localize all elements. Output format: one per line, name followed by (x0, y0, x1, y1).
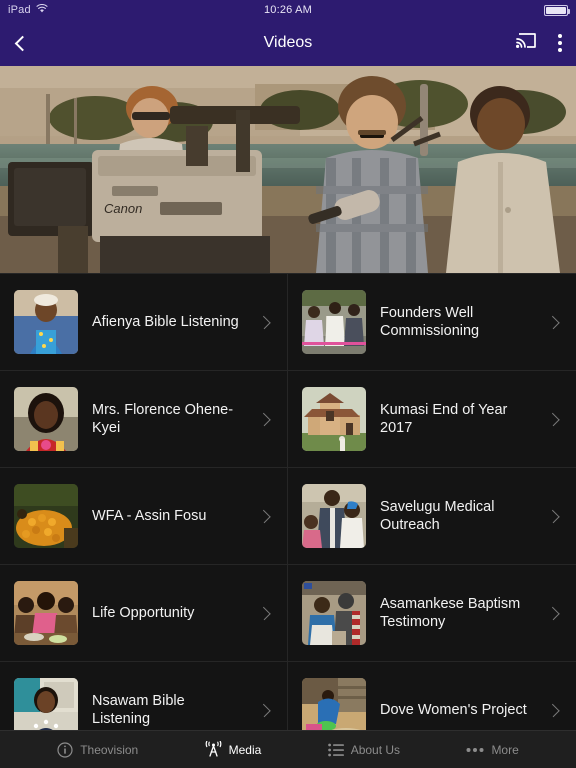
video-title: Kumasi End of Year 2017 (380, 402, 508, 436)
hamburger-menu-button[interactable] (46, 36, 68, 50)
video-title: Dove Women's Project (380, 702, 527, 718)
tab-theovision[interactable]: Theovision (57, 741, 139, 758)
overflow-dot-2 (558, 41, 562, 45)
tab-label-more: More (491, 742, 519, 757)
well-ceremony-crowd-thumbnail (302, 290, 366, 354)
video-list-item[interactable]: WFA - Assin Fosu (0, 468, 288, 565)
video-list-item[interactable]: Mrs. Florence Ohene-Kyei (0, 371, 288, 468)
chevron-right-icon (546, 703, 560, 717)
tab-more[interactable]: More (466, 742, 519, 757)
navigation-bar: Videos (0, 20, 576, 66)
video-title: Savelugu Medical Outreach (380, 499, 495, 533)
chevron-right-icon (546, 412, 560, 426)
chevron-right-icon (546, 509, 560, 523)
back-chevron-icon (14, 35, 31, 51)
status-bar-left: iPad (8, 4, 48, 16)
status-bar: iPad 10:26 AM (0, 0, 576, 20)
video-list-item[interactable]: Kumasi End of Year 2017 (288, 371, 576, 468)
video-title: Nsawam Bible Listening (92, 693, 185, 727)
status-bar-time: 10:26 AM (263, 4, 313, 16)
palm-fruit-harvest-thumbnail (14, 484, 78, 548)
broadcast-icon (205, 741, 222, 758)
navbar-left-controls (14, 35, 68, 51)
ellipsis-icon (466, 747, 484, 753)
tab-media[interactable]: Media (205, 741, 262, 758)
chevron-right-icon (546, 606, 560, 620)
overflow-dot-1 (558, 34, 562, 38)
video-list-item[interactable]: Savelugu Medical Outreach (288, 468, 576, 565)
battery-full-icon (544, 4, 570, 16)
page-title: Videos (263, 34, 313, 51)
video-title: Asamankese Baptism Testimony (380, 596, 521, 630)
chevron-right-icon (257, 509, 271, 523)
video-title: WFA - Assin Fosu (92, 508, 207, 524)
video-list-grid: Afienya Bible Listening Founders Well Co… (0, 273, 576, 730)
baptism-testimony-thumbnail (302, 581, 366, 645)
chevron-right-icon (257, 412, 271, 426)
navbar-right-controls (516, 32, 562, 54)
overflow-menu-button[interactable] (558, 34, 562, 52)
video-list-item[interactable]: Nsawam Bible Listening (0, 662, 288, 730)
overflow-dot-3 (558, 48, 562, 52)
chromecast-button[interactable] (516, 32, 536, 54)
list-icon (327, 743, 344, 757)
woman-blue-dress-thumbnail (14, 290, 78, 354)
wifi-icon (36, 4, 48, 16)
chevron-right-icon (546, 315, 560, 329)
church-building-thumbnail (302, 387, 366, 451)
bottom-tab-bar: Theovision Media About Us More (0, 730, 576, 768)
video-title: Founders Well Commissioning (380, 305, 480, 339)
app-root: iPad 10:26 AM Videos Canon Afienya Bible… (0, 0, 576, 768)
hero-illustration: Canon (0, 66, 576, 273)
video-list-item[interactable]: Asamankese Baptism Testimony (288, 565, 576, 662)
family-meal-thumbnail (14, 581, 78, 645)
tab-label-about-us: About Us (350, 742, 401, 757)
woman-polka-dot-thumbnail (14, 678, 78, 730)
chevron-right-icon (257, 606, 271, 620)
tab-about-us[interactable]: About Us (327, 742, 401, 757)
video-title: Afienya Bible Listening (92, 314, 239, 330)
video-list-item[interactable]: Afienya Bible Listening (0, 274, 288, 371)
device-name: iPad (8, 4, 31, 16)
video-list-item[interactable]: Life Opportunity (0, 565, 288, 662)
video-list-item[interactable]: Founders Well Commissioning (288, 274, 576, 371)
chevron-right-icon (257, 703, 271, 717)
chevron-right-icon (257, 315, 271, 329)
video-title: Life Opportunity (92, 605, 195, 621)
back-button[interactable] (14, 35, 31, 51)
video-title: Mrs. Florence Ohene-Kyei (92, 402, 234, 436)
video-list-item[interactable]: Dove Women's Project (288, 662, 576, 730)
tab-label-theovision: Theovision (80, 742, 139, 757)
info-circle-icon (57, 741, 73, 758)
hero-banner-image[interactable]: Canon (0, 66, 576, 273)
chromecast-icon (516, 32, 536, 54)
woman-portrait-thumbnail (14, 387, 78, 451)
tab-label-media: Media (228, 742, 262, 757)
status-bar-right (544, 4, 570, 16)
medical-outreach-thumbnail (302, 484, 366, 548)
women-working-thumbnail (302, 678, 366, 730)
